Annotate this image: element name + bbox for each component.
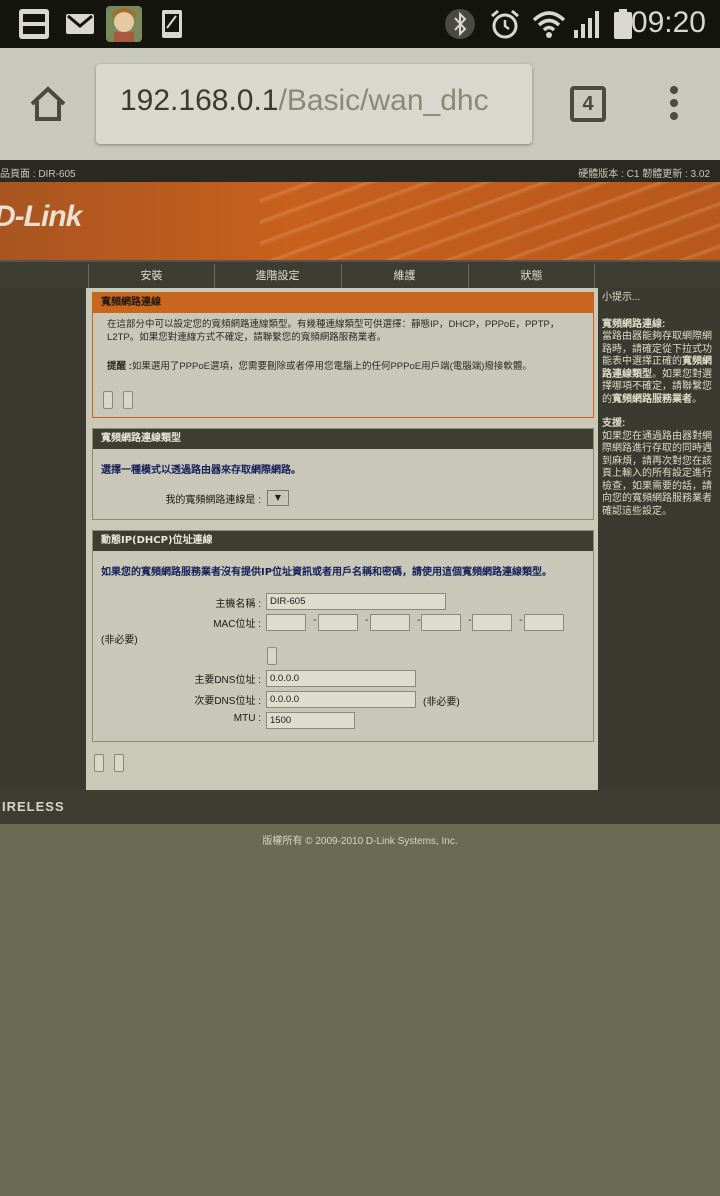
hint-connection: 寬頻網路連線: 當路由器能夠存取網際網路時，請確定從下拉式功能表中選擇正確的寬頻… bbox=[602, 319, 716, 407]
dhcp-section: 動態IP(DHCP)位址連線 如果您的寬頻網路服務業者沒有提供IP位址資訊或者用… bbox=[92, 530, 594, 742]
mac-octet-4[interactable] bbox=[421, 614, 461, 631]
helpful-hints: 小提示... 寬頻網路連線: 當路由器能夠存取網際網路時，請確定從下拉式功能表中… bbox=[598, 288, 720, 790]
intro-text: 在這部分中可以設定您的寬頻網路連線類型。有幾種連線類型可供選擇：靜態IP，DHC… bbox=[107, 319, 560, 343]
chevron-down-icon: ▼ bbox=[274, 493, 282, 502]
left-sidebar bbox=[0, 288, 86, 790]
main-content: 寬頻網路連線 在這部分中可以設定您的寬頻網路連線類型。有幾種連線類型可供選擇：靜… bbox=[86, 288, 598, 790]
nav-advanced[interactable]: 進階設定 bbox=[214, 264, 340, 288]
avatar-app-icon bbox=[106, 6, 142, 42]
version-info: 硬體版本 : C1 韌體更新 : 3.02 bbox=[578, 169, 710, 180]
mac-octet-6[interactable] bbox=[524, 614, 564, 631]
momo-app-icon bbox=[19, 9, 49, 39]
connection-type-desc: 選擇一種模式以透過路由器來存取網際網路。 bbox=[101, 465, 301, 476]
intro-section: 寬頻網路連線 在這部分中可以設定您的寬頻網路連線類型。有幾種連線類型可供選擇：靜… bbox=[92, 292, 594, 418]
mac-octet-5[interactable] bbox=[472, 614, 512, 631]
primary-dns-label: 主要DNS位址 : bbox=[194, 675, 261, 686]
intro-title: 寬頻網路連線 bbox=[93, 293, 593, 313]
product-page-label: 品頁面 : DIR-605 bbox=[0, 169, 76, 180]
hint-connection-title: 寬頻網路連線: bbox=[602, 318, 666, 330]
primary-dns-input[interactable]: 0.0.0.0 bbox=[266, 670, 416, 687]
tab-switcher-button[interactable]: 4 bbox=[570, 86, 606, 122]
note-label: 提醒 : bbox=[107, 361, 132, 372]
connection-type-section: 寬頻網路連線類型 選擇一種模式以透過路由器來存取網際網路。 我的寬頻網路連線是 … bbox=[92, 428, 594, 520]
nav-setup[interactable]: 安裝 bbox=[88, 264, 214, 288]
mtu-input[interactable]: 1500 bbox=[266, 712, 355, 729]
save-settings-button[interactable] bbox=[103, 391, 113, 409]
bluetooth-icon bbox=[445, 9, 475, 39]
hint-connection-text-d: 寬頻網路服務業者 bbox=[612, 393, 692, 405]
overflow-menu-icon[interactable] bbox=[664, 86, 684, 126]
hint-support-text: 如果您在通過路由器對網際網路進行存取的同時遇到麻煩，請再次對您在該頁上輸入的所有… bbox=[602, 430, 712, 517]
nav-maintenance[interactable]: 維護 bbox=[341, 264, 467, 288]
host-name-label: 主機名稱 : bbox=[215, 599, 261, 610]
hint-connection-text-e: 。 bbox=[692, 393, 702, 405]
secondary-dns-input[interactable]: 0.0.0.0 bbox=[266, 691, 416, 708]
hints-heading: 小提示... bbox=[602, 292, 641, 303]
wireless-footer-logo: IRELESS bbox=[0, 790, 720, 824]
alarm-icon bbox=[491, 9, 519, 39]
wifi-icon bbox=[532, 11, 566, 38]
copyright-text: 版權所有 © 2009-2010 D-Link Systems, Inc. bbox=[262, 836, 458, 847]
mac-octet-2[interactable] bbox=[318, 614, 358, 631]
secondary-dns-label: 次要DNS位址 : bbox=[194, 696, 261, 707]
url-path: /Basic/wan_dhc bbox=[278, 84, 489, 117]
mac-octet-3[interactable] bbox=[370, 614, 410, 631]
intro-note: 提醒 :如果選用了PPPoE選項，您需要刪除或者停用您電腦上的任何PPPoE用戶… bbox=[107, 361, 587, 374]
url-host: 192.168.0.1 bbox=[120, 84, 279, 117]
clone-mac-button[interactable] bbox=[267, 647, 277, 665]
status-bar: 09:20 bbox=[0, 0, 720, 48]
dont-save-button[interactable] bbox=[123, 391, 133, 409]
gmail-icon bbox=[66, 14, 94, 34]
screenshot-icon bbox=[162, 10, 182, 38]
dhcp-desc: 如果您的寬頻網路服務業者沒有提供IP位址資訊或者用戶名稱和密碼，請使用這個寬頻網… bbox=[101, 567, 553, 578]
clock-time: 09:20 bbox=[630, 6, 706, 39]
save-settings-button-bottom[interactable] bbox=[94, 754, 104, 772]
mac-address-label: MAC位址 : bbox=[213, 619, 261, 630]
hint-support-title: 支援: bbox=[602, 418, 626, 429]
browser-toolbar: 192.168.0.1/Basic/wan_dhc 4 bbox=[0, 48, 720, 160]
note-text: 如果選用了PPPoE選項，您需要刪除或者停用您電腦上的任何PPPoE用戶端(電腦… bbox=[131, 361, 532, 372]
mac-optional-label: (非必要) bbox=[101, 635, 138, 646]
nav-status[interactable]: 狀態 bbox=[468, 264, 594, 288]
home-icon[interactable] bbox=[28, 84, 68, 124]
nav-spacer bbox=[594, 264, 720, 288]
connection-type-select[interactable]: ▼ bbox=[267, 490, 289, 506]
main-nav: 安裝 進階設定 維護 狀態 bbox=[0, 260, 720, 288]
url-text: 192.168.0.1/Basic/wan_dhc bbox=[120, 84, 489, 118]
connection-type-title: 寬頻網路連線類型 bbox=[93, 429, 593, 449]
mac-octet-1[interactable] bbox=[266, 614, 306, 631]
router-info-bar: 品頁面 : DIR-605 硬體版本 : C1 韌體更新 : 3.02 bbox=[0, 160, 720, 182]
dhcp-title: 動態IP(DHCP)位址連線 bbox=[93, 531, 593, 551]
address-bar[interactable]: 192.168.0.1/Basic/wan_dhc bbox=[96, 64, 532, 144]
dlink-banner: D-Link bbox=[0, 182, 720, 260]
dont-save-button-bottom[interactable] bbox=[114, 754, 124, 772]
router-page: 品頁面 : DIR-605 硬體版本 : C1 韌體更新 : 3.02 D-Li… bbox=[0, 160, 720, 1196]
secondary-dns-optional: (非必要) bbox=[423, 697, 460, 708]
connection-type-label: 我的寬頻網路連線是 : bbox=[165, 495, 261, 506]
host-name-input[interactable]: DIR-605 bbox=[266, 593, 446, 610]
mtu-label: MTU : bbox=[233, 713, 261, 724]
dlink-logo: D-Link bbox=[0, 200, 82, 233]
hint-support: 支援: 如果您在通過路由器對網際網路進行存取的同時遇到麻煩，請再次對您在該頁上輸… bbox=[602, 418, 716, 518]
signal-icon bbox=[574, 11, 599, 38]
